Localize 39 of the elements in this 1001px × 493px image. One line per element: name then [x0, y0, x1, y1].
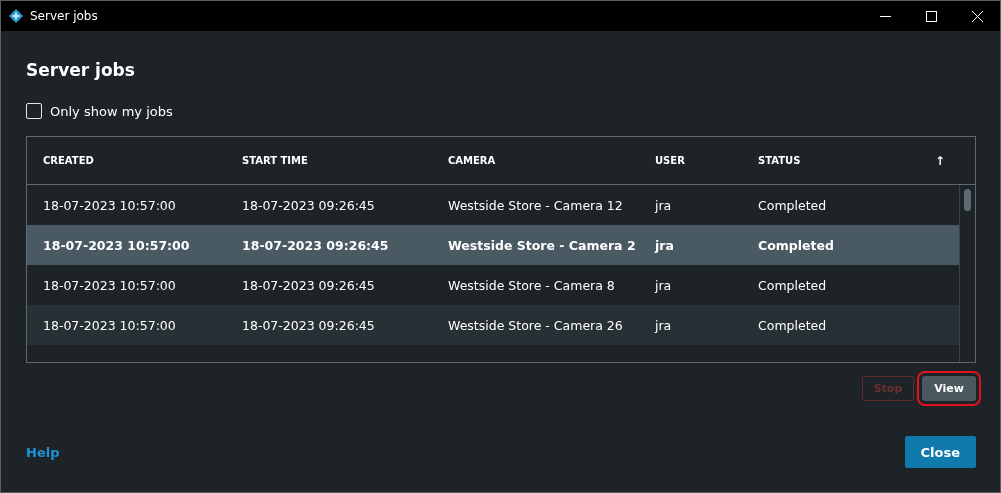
table-cell-text: Completed — [758, 237, 835, 253]
table-cell-text: 18-07-2023 09:26:45 — [242, 237, 390, 253]
column-header[interactable]: CAMERA — [448, 155, 655, 166]
table-cell-text: 18-07-2023 09:26:45 — [242, 317, 376, 333]
table-row[interactable]: 18-07-2023 10:57:00 18-07-2023 09:26:45 Westside Store - Camera 8 jra Completed — [27, 265, 959, 305]
column-header[interactable]: START TIME — [242, 155, 448, 166]
table-row[interactable]: 18-07-2023 10:57:00 18-07-2023 09:26:45 Westside Store - Camera 2 jra Completed — [27, 225, 959, 265]
column-header[interactable]: USER — [655, 155, 758, 166]
table-cell-text: Completed — [758, 277, 828, 293]
table-row[interactable]: 18-07-2023 10:57:00 18-07-2023 09:26:45 Westside Store - Camera 26 jra Completed — [27, 305, 959, 345]
table-cell-text: Westside Store - Camera 8 — [448, 277, 616, 293]
table-cell-text: Westside Store - Camera 12 — [448, 197, 624, 213]
table-cell-text: jra — [655, 277, 673, 293]
table-cell-text: jra — [655, 237, 675, 253]
column-header[interactable]: CREATED — [43, 155, 242, 166]
table-cell-text: Westside Store - Camera 2 — [448, 237, 637, 253]
sort-indicator[interactable]: ↑ — [935, 153, 975, 168]
table-cell-text: 18-07-2023 10:57:00 — [43, 317, 177, 333]
table-cell-text: 18-07-2023 09:26:45 — [242, 197, 376, 213]
table-cell-text: 18-07-2023 09:26:45 — [242, 277, 376, 293]
window-title: Server jobs — [30, 9, 99, 23]
app-logo-icon — [9, 9, 23, 23]
maximize-icon[interactable] — [925, 10, 937, 22]
table-cell-text: 18-07-2023 10:57:00 — [43, 277, 177, 293]
help-link[interactable]: Help — [26, 444, 60, 460]
column-header[interactable]: STATUS — [758, 155, 935, 166]
close-button[interactable]: Close — [904, 436, 976, 468]
table-cell-text: 18-07-2023 10:57:00 — [43, 197, 177, 213]
close-icon[interactable] — [971, 10, 983, 22]
dialog-heading: Server jobs — [26, 60, 136, 80]
table-cell-text: 18-07-2023 10:57:00 — [43, 237, 191, 253]
table-cell-text: jra — [655, 317, 673, 333]
table-cell-text: Completed — [758, 317, 828, 333]
table-row[interactable]: 18-07-2023 10:57:00 18-07-2023 09:26:45 Westside Store - Camera 12 jra Completed — [27, 185, 959, 225]
table-cell-text: jra — [655, 197, 673, 213]
checkbox[interactable] — [26, 103, 42, 119]
table-cell-text: Completed — [758, 197, 828, 213]
checkbox-label[interactable]: Only show my jobs — [50, 103, 173, 119]
table-cell-text: Westside Store - Camera 26 — [448, 317, 624, 333]
